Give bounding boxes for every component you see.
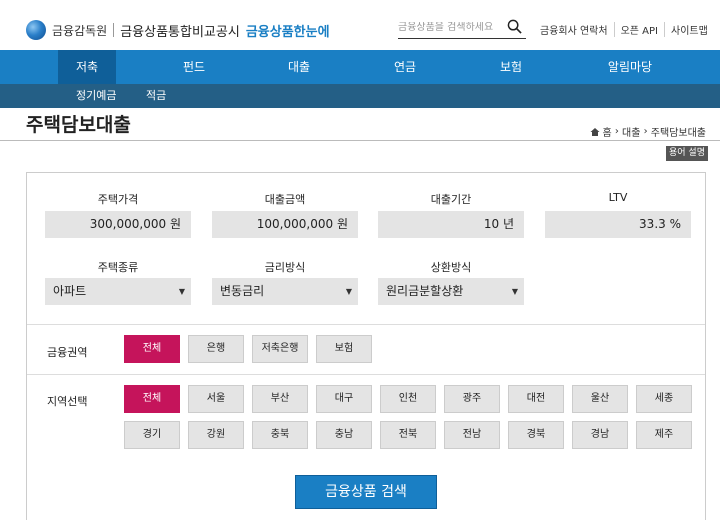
page-title: 주택담보대출 [26, 114, 131, 136]
brand-name: 금융상품한눈에 [245, 24, 330, 40]
house-type-label: 주택종류 [97, 261, 139, 274]
house-price-label: 주택가격 [97, 193, 139, 206]
region-button[interactable]: 전남 [444, 421, 500, 449]
search-panel: 주택가격 대출금액 대출기간 LTV 300,000,000 원 100,000… [26, 172, 706, 520]
region-button[interactable]: 전북 [380, 421, 436, 449]
house-price-field[interactable]: 300,000,000 원 [45, 211, 191, 238]
rate-type-selected: 변동금리 [220, 284, 265, 298]
ltv-value: 33.3 [639, 217, 666, 231]
ltv-label: LTV [608, 191, 628, 204]
sector-savings-bank-button[interactable]: 저축은행 [252, 335, 308, 363]
title-divider [0, 140, 720, 141]
loan-amount-unit: 원 [336, 217, 348, 231]
link-sitemap[interactable]: 사이트맵 [664, 22, 714, 37]
region-button[interactable]: 경남 [572, 421, 628, 449]
nav-notice[interactable]: 알림마당 [595, 50, 665, 84]
main-nav: 저축 펀드 대출 연금 보험 알림마당 [0, 50, 720, 84]
region-button[interactable]: 대전 [508, 385, 564, 413]
link-open-api[interactable]: 오픈 API [613, 22, 664, 37]
caret-down-icon: ▼ [345, 287, 352, 296]
product-search-button[interactable]: 금융상품 검색 [295, 475, 437, 509]
sector-all-button[interactable]: 전체 [124, 335, 180, 363]
house-type-selected: 아파트 [53, 284, 87, 298]
nav-insurance[interactable]: 보험 [482, 50, 540, 84]
search-input[interactable] [398, 22, 502, 33]
subnav-installment[interactable]: 적금 [146, 84, 166, 108]
house-price-value: 300,000,000 [89, 217, 167, 231]
site-name: 금융상품통합비교공시 [120, 24, 240, 40]
term-explain-button[interactable]: 용어 설명 [666, 146, 708, 161]
breadcrumb-current: 주택담보대출 [650, 128, 706, 139]
page: { "header": { "org_name": "금융감독원", "site… [0, 0, 720, 520]
caret-down-icon: ▼ [511, 287, 518, 296]
repay-type-selected: 원리금분할상환 [386, 284, 464, 298]
loan-period-unit: 년 [502, 217, 514, 231]
rate-type-select[interactable]: 변동금리 ▼ [212, 278, 358, 305]
nav-savings[interactable]: 저축 [58, 50, 116, 84]
region-button[interactable]: 광주 [444, 385, 500, 413]
nav-pension[interactable]: 연금 [376, 50, 434, 84]
region-button[interactable]: 경기 [124, 421, 180, 449]
region-button[interactable]: 세종 [636, 385, 692, 413]
region-button[interactable]: 충북 [252, 421, 308, 449]
region-button[interactable]: 강원 [188, 421, 244, 449]
globe-logo-icon [26, 20, 46, 40]
sector-bank-button[interactable]: 은행 [188, 335, 244, 363]
repay-type-label: 상환방식 [430, 261, 472, 274]
home-icon [590, 127, 600, 136]
loan-amount-label: 대출금액 [264, 193, 306, 206]
region-button[interactable]: 제주 [636, 421, 692, 449]
loan-amount-field[interactable]: 100,000,000 원 [212, 211, 358, 238]
org-name: 금융감독원 [52, 23, 108, 38]
header-search [398, 17, 526, 39]
loan-period-field[interactable]: 10 년 [378, 211, 524, 238]
region-button[interactable]: 인천 [380, 385, 436, 413]
logo[interactable]: 금융감독원 금융상품통합비교공시 금융상품한눈에 [26, 20, 330, 40]
region-button[interactable]: 경북 [508, 421, 564, 449]
section-divider [27, 324, 705, 325]
repay-type-select[interactable]: 원리금분할상환 ▼ [378, 278, 524, 305]
subnav-term-deposit[interactable]: 정기예금 [76, 84, 116, 108]
house-price-unit: 원 [169, 217, 181, 231]
region-label: 지역선택 [47, 395, 88, 408]
logo-divider [113, 23, 115, 37]
region-button[interactable]: 부산 [252, 385, 308, 413]
house-type-select[interactable]: 아파트 ▼ [45, 278, 191, 305]
ltv-unit: % [669, 217, 681, 231]
breadcrumb-sep-icon: › [611, 126, 623, 137]
region-button[interactable]: 서울 [188, 385, 244, 413]
loan-amount-value: 100,000,000 [256, 217, 334, 231]
region-button[interactable]: 울산 [572, 385, 628, 413]
breadcrumb: 홈 › 대출 › 주택담보대출 [590, 124, 706, 139]
region-button[interactable]: 전체 [124, 385, 180, 413]
loan-period-value: 10 [483, 217, 500, 231]
sector-label: 금융권역 [47, 346, 88, 359]
rate-type-label: 금리방식 [264, 261, 306, 274]
link-company-contact[interactable]: 금융회사 연락처 [534, 22, 614, 37]
nav-loan[interactable]: 대출 [270, 50, 328, 84]
ltv-field: 33.3 % [545, 211, 691, 238]
region-button[interactable]: 대구 [316, 385, 372, 413]
nav-fund[interactable]: 펀드 [165, 50, 223, 84]
breadcrumb-loan[interactable]: 대출 [622, 124, 640, 139]
sector-insurance-button[interactable]: 보험 [316, 335, 372, 363]
loan-period-label: 대출기간 [430, 193, 472, 206]
section-divider [27, 374, 705, 375]
caret-down-icon: ▼ [178, 287, 185, 296]
breadcrumb-home[interactable]: 홈 [602, 124, 611, 139]
breadcrumb-sep-icon: › [640, 126, 651, 137]
top-links: 금융회사 연락처 오픈 API 사이트맵 [534, 22, 714, 37]
region-button[interactable]: 충남 [316, 421, 372, 449]
header: 금융감독원 금융상품통합비교공시 금융상품한눈에 금융회사 연락처 오픈 API… [0, 0, 720, 50]
sub-nav: 정기예금 적금 [0, 84, 720, 108]
search-icon[interactable] [507, 19, 522, 34]
